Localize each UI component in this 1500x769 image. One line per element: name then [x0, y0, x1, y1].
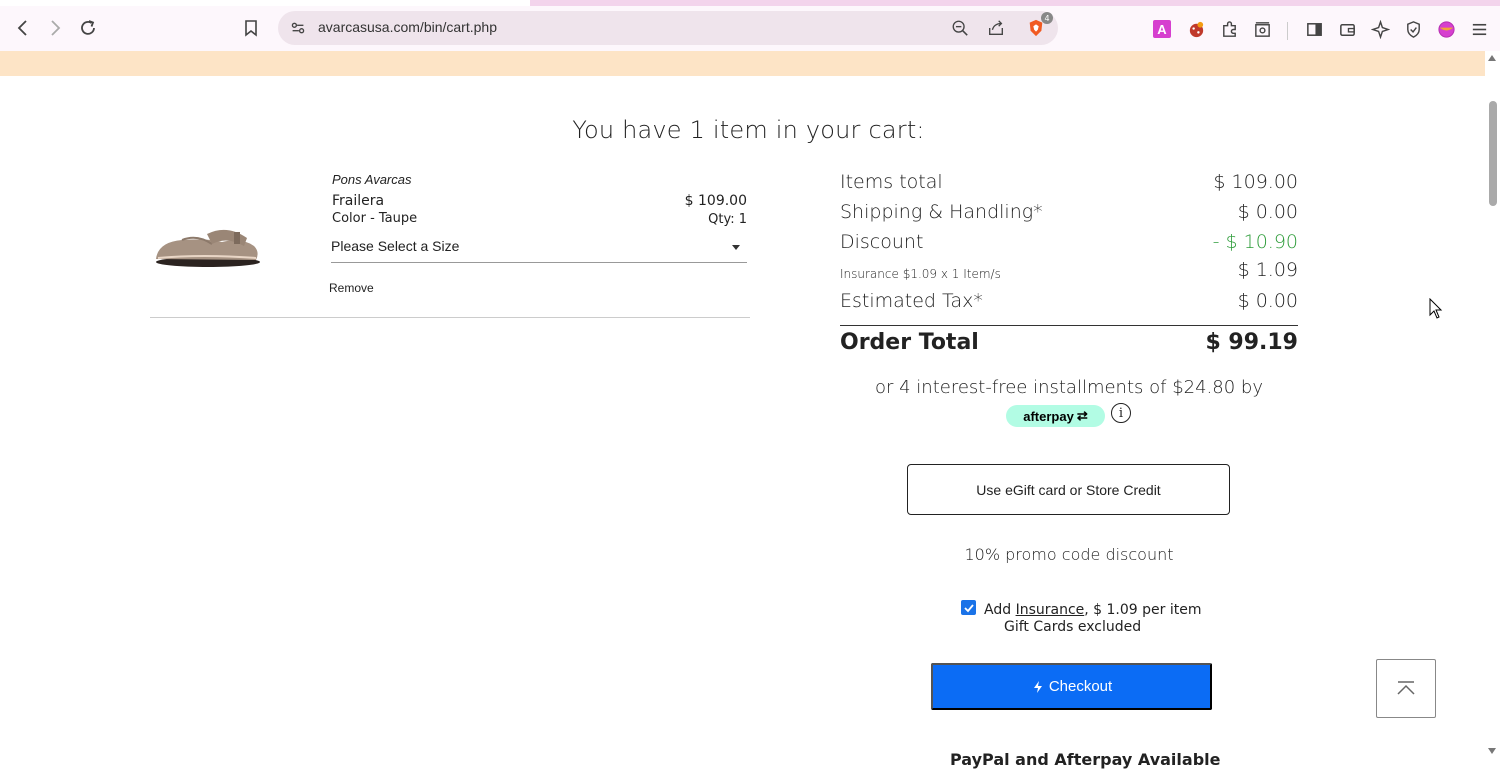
discount-label: Discount	[840, 231, 924, 253]
total-divider	[840, 325, 1298, 326]
vpn-shield-icon[interactable]	[1401, 18, 1425, 40]
product-color: Color - Taupe	[332, 211, 418, 226]
discount-row: Discount - $ 10.90	[840, 231, 1298, 253]
scroll-up-arrow-icon[interactable]	[1488, 55, 1496, 61]
product-price: $ 109.00	[684, 193, 747, 209]
brave-shields-icon[interactable]: 4	[1023, 12, 1053, 40]
shipping-value: $ 0.00	[1237, 201, 1298, 223]
discount-value: - $ 10.90	[1212, 231, 1298, 253]
checkout-button[interactable]: Checkout	[931, 663, 1212, 710]
size-select[interactable]: Please Select a Size	[331, 236, 747, 263]
extension-a-icon[interactable]: A	[1153, 20, 1171, 38]
installments-text: or 4 interest-free installments of $24.8…	[875, 377, 1263, 398]
egift-button[interactable]: Use eGift card or Store Credit	[907, 464, 1230, 515]
afterpay-arrows-icon: ⇄	[1076, 408, 1088, 423]
zoom-out-icon[interactable]	[947, 16, 973, 40]
size-select-value: Please Select a Size	[331, 238, 460, 254]
item-divider	[150, 317, 750, 318]
mouse-cursor-icon	[1429, 298, 1443, 319]
insurance-add-suffix: , $ 1.09 per item	[1084, 602, 1202, 618]
order-total-label: Order Total	[840, 330, 979, 355]
scroll-down-arrow-icon[interactable]	[1488, 748, 1496, 754]
toolbar-divider	[1287, 22, 1288, 40]
insurance-checkbox[interactable]	[961, 600, 976, 615]
afterpay-logo: afterpay ⇄	[1006, 405, 1105, 427]
insurance-label: Insurance $1.09 x 1 Item/s	[840, 267, 1001, 281]
product-name[interactable]: Frailera	[332, 193, 384, 209]
promo-text: 10% promo code discount	[964, 545, 1174, 564]
back-icon[interactable]	[8, 14, 38, 42]
tax-label: Estimated Tax*	[840, 290, 983, 312]
reader-mode-icon[interactable]	[1250, 18, 1274, 40]
back-to-top-button[interactable]	[1376, 659, 1436, 718]
browser-toolbar: avarcasusa.com/bin/cart.php 4 A	[0, 6, 1500, 51]
order-total-row: Order Total $ 99.19	[840, 330, 1298, 355]
leo-ai-icon[interactable]	[1368, 18, 1392, 40]
product-qty: Qty: 1	[708, 212, 747, 227]
brave-count-badge: 4	[1041, 12, 1053, 24]
wallet-icon[interactable]	[1335, 18, 1359, 40]
product-image[interactable]	[152, 212, 264, 272]
profile-icon[interactable]	[1434, 18, 1458, 40]
items-total-label: Items total	[840, 171, 943, 193]
menu-hamburger-icon[interactable]	[1467, 18, 1491, 40]
insurance-value: $ 1.09	[1237, 259, 1298, 281]
arrow-up-icon	[1397, 680, 1415, 695]
remove-link[interactable]: Remove	[329, 281, 374, 295]
info-icon[interactable]: i	[1111, 403, 1131, 423]
items-total-value: $ 109.00	[1213, 171, 1298, 193]
forward-icon[interactable]	[40, 14, 70, 42]
top-banner	[0, 51, 1485, 76]
share-icon[interactable]	[983, 16, 1009, 40]
cart-heading: You have 1 item in your cart:	[572, 116, 925, 144]
sidebar-icon[interactable]	[1302, 18, 1326, 40]
order-total-value: $ 99.19	[1205, 330, 1298, 355]
product-brand: Pons Avarcas	[332, 172, 412, 187]
bookmark-icon[interactable]	[236, 14, 266, 42]
caret-down-icon	[732, 245, 740, 250]
insurance-add-text: Add Insurance, $ 1.09 per item	[984, 602, 1201, 618]
insurance-row: Insurance $1.09 x 1 Item/s $ 1.09	[840, 259, 1298, 281]
insurance-add-prefix: Add	[984, 602, 1016, 618]
extensions-puzzle-icon[interactable]	[1217, 18, 1241, 40]
items-total-row: Items total $ 109.00	[840, 171, 1298, 193]
extension-cookie-icon[interactable]	[1184, 18, 1208, 40]
insurance-link[interactable]: Insurance	[1016, 602, 1085, 618]
page-scrollbar[interactable]	[1485, 51, 1500, 760]
shipping-label: Shipping & Handling*	[840, 201, 1043, 223]
insurance-sub-text: Gift Cards excluded	[1004, 619, 1142, 635]
address-bar[interactable]: avarcasusa.com/bin/cart.php 4	[278, 11, 1058, 45]
shipping-row: Shipping & Handling* $ 0.00	[840, 201, 1298, 223]
url-text: avarcasusa.com/bin/cart.php	[318, 19, 497, 35]
site-settings-icon[interactable]	[284, 15, 312, 41]
lightning-icon	[1033, 680, 1042, 693]
checkmark-icon	[963, 603, 974, 612]
tax-value: $ 0.00	[1237, 290, 1298, 312]
reload-icon[interactable]	[73, 14, 103, 42]
tax-row: Estimated Tax* $ 0.00	[840, 290, 1298, 312]
afterpay-label: afterpay	[1023, 408, 1074, 424]
checkout-label: Checkout	[1048, 678, 1113, 695]
